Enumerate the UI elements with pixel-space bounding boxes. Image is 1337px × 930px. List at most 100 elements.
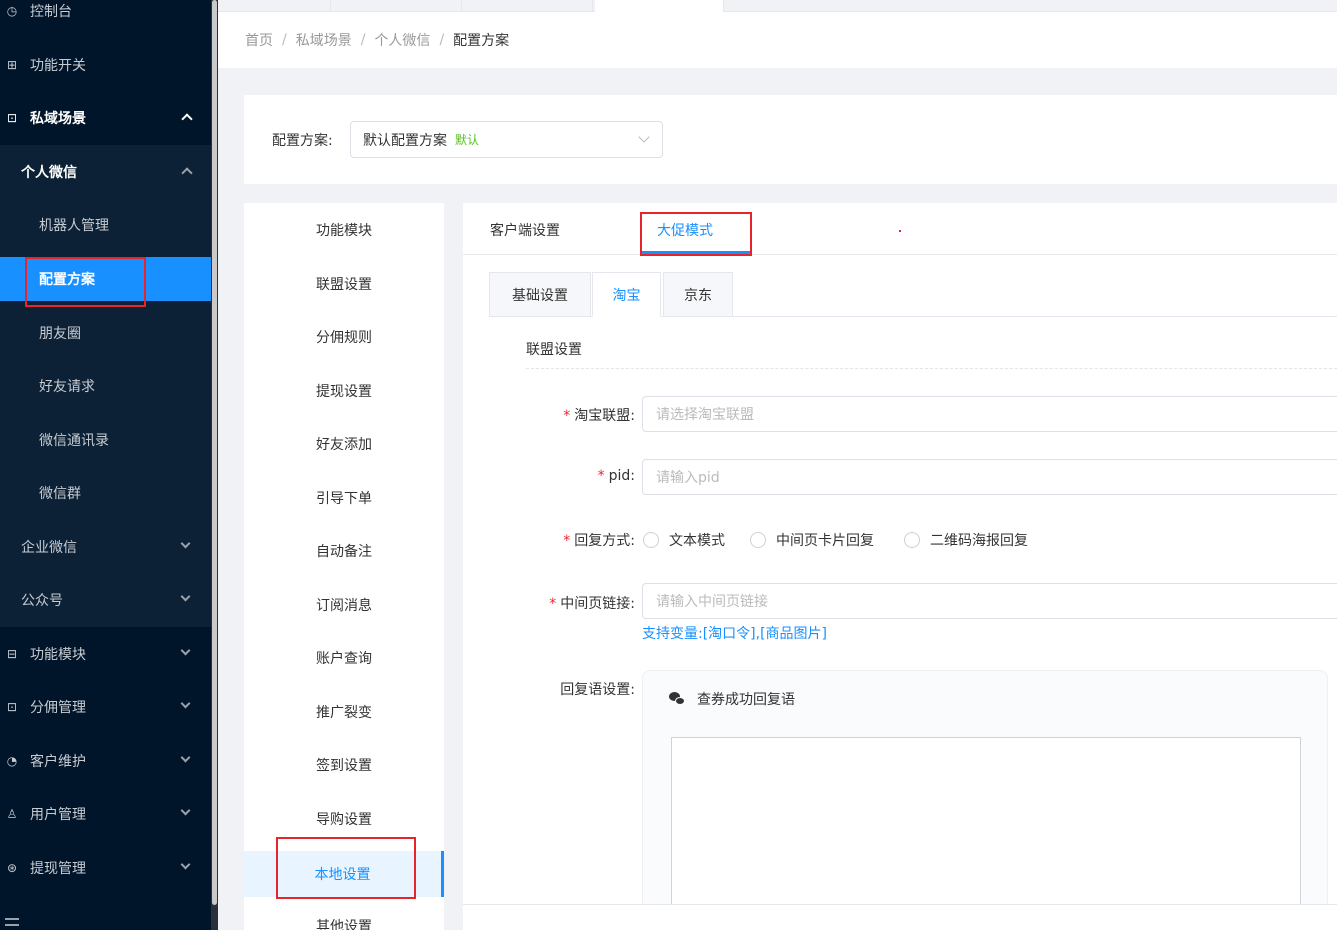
sidebar-item-friend-request[interactable]: 好友请求 [0,359,211,413]
menu-item[interactable]: 提现设置 [244,364,444,417]
sidebar-item-label: 功能模块 [30,647,86,663]
required-mark: * [563,408,571,424]
taobao-union-label: * 淘宝联盟: [563,408,635,424]
breadcrumb: 首页 / 私域场景 / 个人微信 / 配置方案 [218,12,1337,68]
sidebar-item-label: 朋友圈 [39,326,81,342]
page-tab[interactable] [462,0,593,12]
sidebar-item-label: 功能开关 [30,58,86,74]
config-plan-value: 默认配置方案 [363,132,447,149]
breadcrumb-separator: / [360,32,366,48]
modules-icon: ⊟ [6,647,18,661]
radio-circle[interactable] [904,532,920,548]
taobao-union-select[interactable]: 请选择淘宝联盟 [642,396,1337,432]
menu-item[interactable]: 好友添加 [244,417,444,470]
breadcrumb-separator: / [439,32,445,48]
chevron-down-icon [180,859,191,870]
tab-jd[interactable]: 京东 [663,272,733,317]
breadcrumb-home[interactable]: 首页 [245,30,273,50]
menu-item[interactable]: 签到设置 [244,738,444,791]
withdraw-icon: ⊛ [6,861,18,875]
sidebar-item-moments[interactable]: 朋友圈 [0,306,211,360]
menu-item[interactable]: 引导下单 [244,471,444,524]
placeholder: 请输入中间页链接 [656,594,768,610]
sidebar-item-official-account[interactable]: 公众号 [0,573,211,627]
menu-item[interactable]: 联盟设置 [244,257,444,310]
tab-basic-settings[interactable]: 基础设置 [489,272,591,317]
chevron-down-icon [180,752,191,763]
sidebar-item-label: 机器人管理 [39,218,109,234]
sidebar-item-dashboard[interactable]: ◷ 控制台 [0,0,211,38]
radio-label: 中间页卡片回复 [776,533,874,549]
radio-circle[interactable] [750,532,766,548]
highlight-box [276,837,416,899]
scrollbar-thumb[interactable] [212,0,217,905]
radio-text-mode[interactable]: 文本模式 [643,530,725,550]
mid-link-input[interactable]: 请输入中间页链接 [642,583,1337,619]
bottom-bar [463,904,1337,930]
tab-taobao[interactable]: 淘宝 [592,272,661,317]
dashboard-icon: ◷ [6,4,18,18]
page-tab[interactable] [218,0,331,12]
sidebar-scrollbar[interactable] [211,0,218,930]
sidebar-item-commission[interactable]: ⊡ 分佣管理 [0,680,211,734]
clock-icon: ◔ [6,754,18,768]
menu-item[interactable]: 订阅消息 [244,578,444,631]
sidebar-item-withdraw[interactable]: ⊛ 提现管理 [0,841,211,895]
radio-circle[interactable] [643,532,659,548]
sidebar-item-wechat-group[interactable]: 微信群 [0,466,211,520]
sidebar-item-label: 提现管理 [30,861,86,877]
chevron-up-icon [181,167,193,179]
placeholder: 请选择淘宝联盟 [656,407,754,423]
divider [526,368,1337,369]
sidebar-item-label: 微信群 [39,486,81,502]
pid-input[interactable]: 请输入pid [642,459,1337,495]
settings-menu: 功能模块 联盟设置 分佣规则 提现设置 好友添加 引导下单 自动备注 订阅消息 … [244,203,444,930]
reply-text-area[interactable] [671,737,1301,930]
page-tab[interactable] [331,0,462,12]
sidebar-item-feature-switch[interactable]: ⊞ 功能开关 [0,38,211,92]
red-dot [899,230,901,232]
sidebar-item-label: 微信通讯录 [39,433,109,449]
reply-settings-label: 回复语设置: [560,682,635,698]
required-mark: * [563,533,571,549]
tab-client-settings[interactable]: 客户端设置 [490,220,560,240]
menu-item[interactable]: 功能模块 [244,203,444,256]
sidebar-item-personal-wechat[interactable]: 个人微信 [0,145,211,199]
sidebar-item-customer[interactable]: ◔ 客户维护 [0,734,211,788]
cup-icon: ⊡ [6,111,18,125]
sidebar-item-robot-mgmt[interactable]: 机器人管理 [0,198,211,252]
chevron-down-icon [180,645,191,656]
reply-card: 查券成功回复语 [642,670,1328,930]
chevron-down-icon [180,538,191,549]
breadcrumb-personal-wechat[interactable]: 个人微信 [374,30,430,50]
sidebar-item-label: 控制台 [30,4,72,20]
menu-item[interactable]: 自动备注 [244,524,444,577]
default-tag: 默认 [455,133,480,147]
sidebar-item-users[interactable]: ♙ 用户管理 [0,787,211,841]
menu-item[interactable]: 账户查询 [244,631,444,684]
placeholder: 请输入pid [656,470,720,486]
chevron-up-icon [181,113,193,125]
radio-label: 二维码海报回复 [930,533,1028,549]
required-mark: * [597,468,605,484]
breadcrumb-private-scene[interactable]: 私域场景 [296,30,352,50]
sidebar-item-private-scene[interactable]: ⊡ 私域场景 [0,91,211,145]
sidebar-item-wechat-contacts[interactable]: 微信通讯录 [0,413,211,467]
menu-icon[interactable] [5,918,19,926]
radio-qrcode-reply[interactable]: 二维码海报回复 [904,530,1028,550]
sidebar-item-label: 个人微信 [21,165,77,181]
required-mark: * [549,596,557,612]
menu-item[interactable]: 推广裂变 [244,685,444,738]
menu-item[interactable]: 分佣规则 [244,310,444,363]
page-tabs-bar [218,0,1337,12]
page-tab-active[interactable] [595,0,724,12]
config-plan-select[interactable]: 默认配置方案 默认 [350,121,663,158]
menu-item[interactable]: 其他设置 [244,899,444,930]
sidebar-item-label: 分佣管理 [30,700,86,716]
reply-card-header: 查券成功回复语 [669,689,795,709]
section-title: 联盟设置 [526,342,582,358]
radio-card-reply[interactable]: 中间页卡片回复 [750,530,874,550]
sidebar-item-enterprise-wechat[interactable]: 企业微信 [0,520,211,574]
sidebar-item-label: 好友请求 [39,379,95,395]
sidebar-item-modules[interactable]: ⊟ 功能模块 [0,627,211,681]
